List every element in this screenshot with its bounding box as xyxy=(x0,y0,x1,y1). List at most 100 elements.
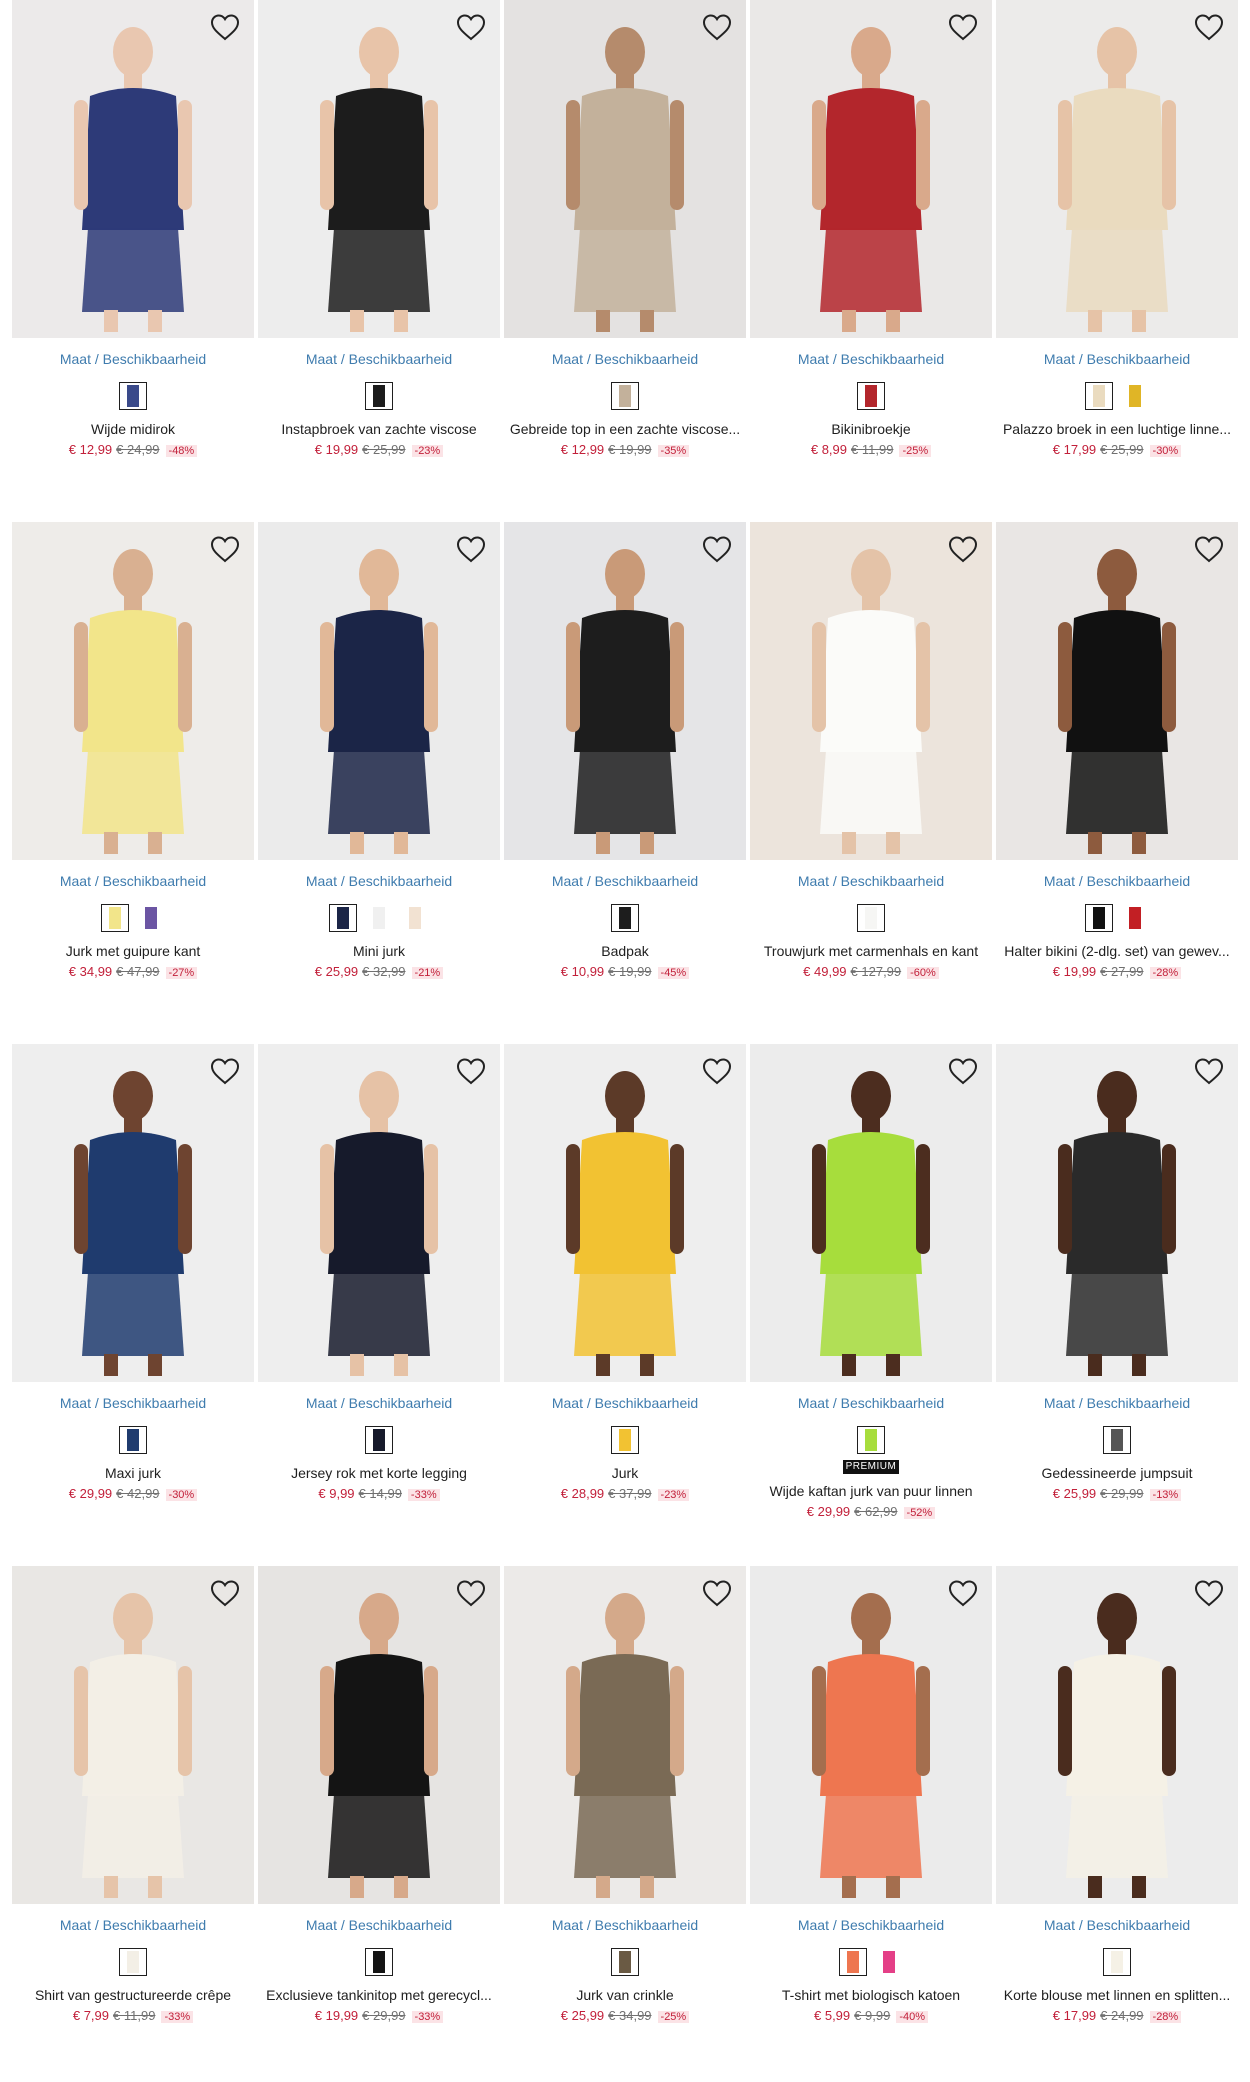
size-availability-link[interactable]: Maat / Beschikbaarheid xyxy=(12,1916,254,1934)
color-swatch[interactable] xyxy=(119,1426,147,1454)
wishlist-heart-icon[interactable] xyxy=(1192,1576,1226,1610)
wishlist-heart-icon[interactable] xyxy=(454,532,488,566)
product-image[interactable] xyxy=(12,0,254,338)
size-availability-link[interactable]: Maat / Beschikbaarheid xyxy=(258,350,500,368)
size-availability-link[interactable]: Maat / Beschikbaarheid xyxy=(12,872,254,890)
product-card[interactable]: Maat / Beschikbaarheid Halter bikini (2-… xyxy=(996,522,1238,981)
size-availability-link[interactable]: Maat / Beschikbaarheid xyxy=(504,350,746,368)
wishlist-heart-icon[interactable] xyxy=(700,532,734,566)
product-image[interactable] xyxy=(258,522,500,860)
size-availability-link[interactable]: Maat / Beschikbaarheid xyxy=(750,1394,992,1412)
wishlist-heart-icon[interactable] xyxy=(208,1576,242,1610)
product-card[interactable]: Maat / Beschikbaarheid T-shirt met biolo… xyxy=(750,1566,992,2025)
product-card[interactable]: Maat / Beschikbaarheid Jurk met guipure … xyxy=(12,522,254,981)
wishlist-heart-icon[interactable] xyxy=(454,1576,488,1610)
size-availability-link[interactable]: Maat / Beschikbaarheid xyxy=(504,1394,746,1412)
wishlist-heart-icon[interactable] xyxy=(946,10,980,44)
product-image[interactable] xyxy=(258,1566,500,1904)
size-availability-link[interactable]: Maat / Beschikbaarheid xyxy=(12,1394,254,1412)
color-swatch[interactable] xyxy=(365,904,393,932)
product-image[interactable] xyxy=(750,1566,992,1904)
product-image[interactable] xyxy=(750,1044,992,1382)
wishlist-heart-icon[interactable] xyxy=(1192,1054,1226,1088)
product-image[interactable] xyxy=(504,1044,746,1382)
product-image[interactable] xyxy=(12,1566,254,1904)
color-swatch[interactable] xyxy=(365,1948,393,1976)
product-name[interactable]: Instapbroek van zachte viscose xyxy=(258,420,500,438)
wishlist-heart-icon[interactable] xyxy=(700,1576,734,1610)
size-availability-link[interactable]: Maat / Beschikbaarheid xyxy=(504,872,746,890)
color-swatch[interactable] xyxy=(1121,382,1149,410)
wishlist-heart-icon[interactable] xyxy=(208,532,242,566)
wishlist-heart-icon[interactable] xyxy=(1192,10,1226,44)
color-swatch[interactable] xyxy=(119,1948,147,1976)
color-swatch[interactable] xyxy=(857,382,885,410)
product-name[interactable]: Jurk xyxy=(504,1464,746,1482)
wishlist-heart-icon[interactable] xyxy=(454,10,488,44)
product-name[interactable]: Jersey rok met korte legging xyxy=(258,1464,500,1482)
product-image[interactable] xyxy=(996,522,1238,860)
product-card[interactable]: Maat / Beschikbaarheid Korte blouse met … xyxy=(996,1566,1238,2025)
wishlist-heart-icon[interactable] xyxy=(208,1054,242,1088)
product-image[interactable] xyxy=(258,1044,500,1382)
product-image[interactable] xyxy=(504,0,746,338)
product-name[interactable]: Korte blouse met linnen en splitten... xyxy=(996,1986,1238,2004)
wishlist-heart-icon[interactable] xyxy=(700,10,734,44)
wishlist-heart-icon[interactable] xyxy=(454,1054,488,1088)
color-swatch[interactable] xyxy=(875,1948,903,1976)
product-name[interactable]: Trouwjurk met carmenhals en kant xyxy=(750,942,992,960)
product-image[interactable] xyxy=(750,0,992,338)
wishlist-heart-icon[interactable] xyxy=(946,1054,980,1088)
product-name[interactable]: Jurk met guipure kant xyxy=(12,942,254,960)
size-availability-link[interactable]: Maat / Beschikbaarheid xyxy=(996,350,1238,368)
size-availability-link[interactable]: Maat / Beschikbaarheid xyxy=(750,350,992,368)
color-swatch[interactable] xyxy=(365,382,393,410)
product-card[interactable]: Maat / Beschikbaarheid Palazzo broek in … xyxy=(996,0,1238,459)
product-name[interactable]: Wijde kaftan jurk van puur linnen xyxy=(750,1482,992,1500)
size-availability-link[interactable]: Maat / Beschikbaarheid xyxy=(258,872,500,890)
product-card[interactable]: Maat / Beschikbaarheid Exclusieve tankin… xyxy=(258,1566,500,2025)
product-name[interactable]: Maxi jurk xyxy=(12,1464,254,1482)
product-card[interactable]: Maat / Beschikbaarheid Wijde midirok € 1… xyxy=(12,0,254,459)
color-swatch[interactable] xyxy=(137,904,165,932)
size-availability-link[interactable]: Maat / Beschikbaarheid xyxy=(258,1394,500,1412)
color-swatch[interactable] xyxy=(365,1426,393,1454)
product-name[interactable]: Halter bikini (2-dlg. set) van gewev... xyxy=(996,942,1238,960)
color-swatch[interactable] xyxy=(101,904,129,932)
product-name[interactable]: Bikinibroekje xyxy=(750,420,992,438)
product-card[interactable]: Maat / Beschikbaarheid Maxi jurk € 29,99… xyxy=(12,1044,254,1503)
product-image[interactable] xyxy=(504,1566,746,1904)
color-swatch[interactable] xyxy=(119,382,147,410)
product-card[interactable]: Maat / Beschikbaarheid Gebreide top in e… xyxy=(504,0,746,459)
size-availability-link[interactable]: Maat / Beschikbaarheid xyxy=(750,872,992,890)
product-name[interactable]: T-shirt met biologisch katoen xyxy=(750,1986,992,2004)
product-image[interactable] xyxy=(996,1566,1238,1904)
color-swatch[interactable] xyxy=(1103,1426,1131,1454)
size-availability-link[interactable]: Maat / Beschikbaarheid xyxy=(12,350,254,368)
product-card[interactable]: Maat / Beschikbaarheid Bikinibroekje € 8… xyxy=(750,0,992,459)
wishlist-heart-icon[interactable] xyxy=(946,532,980,566)
product-card[interactable]: Maat / Beschikbaarheid Trouwjurk met car… xyxy=(750,522,992,981)
product-name[interactable]: Badpak xyxy=(504,942,746,960)
size-availability-link[interactable]: Maat / Beschikbaarheid xyxy=(504,1916,746,1934)
color-swatch[interactable] xyxy=(857,904,885,932)
size-availability-link[interactable]: Maat / Beschikbaarheid xyxy=(258,1916,500,1934)
wishlist-heart-icon[interactable] xyxy=(946,1576,980,1610)
color-swatch[interactable] xyxy=(611,904,639,932)
wishlist-heart-icon[interactable] xyxy=(1192,532,1226,566)
product-image[interactable] xyxy=(750,522,992,860)
product-card[interactable]: Maat / Beschikbaarheid Badpak € 10,99 € 1… xyxy=(504,522,746,981)
color-swatch[interactable] xyxy=(1103,1948,1131,1976)
product-name[interactable]: Jurk van crinkle xyxy=(504,1986,746,2004)
product-name[interactable]: Gedessineerde jumpsuit xyxy=(996,1464,1238,1482)
color-swatch[interactable] xyxy=(611,1948,639,1976)
product-card[interactable]: Maat / Beschikbaarheid Jersey rok met ko… xyxy=(258,1044,500,1503)
product-card[interactable]: Maat / Beschikbaarheid Jurk € 28,99 € 37,… xyxy=(504,1044,746,1503)
color-swatch[interactable] xyxy=(1121,904,1149,932)
product-image[interactable] xyxy=(996,0,1238,338)
product-name[interactable]: Mini jurk xyxy=(258,942,500,960)
size-availability-link[interactable]: Maat / Beschikbaarheid xyxy=(996,1394,1238,1412)
product-image[interactable] xyxy=(12,522,254,860)
wishlist-heart-icon[interactable] xyxy=(700,1054,734,1088)
color-swatch[interactable] xyxy=(857,1426,885,1454)
